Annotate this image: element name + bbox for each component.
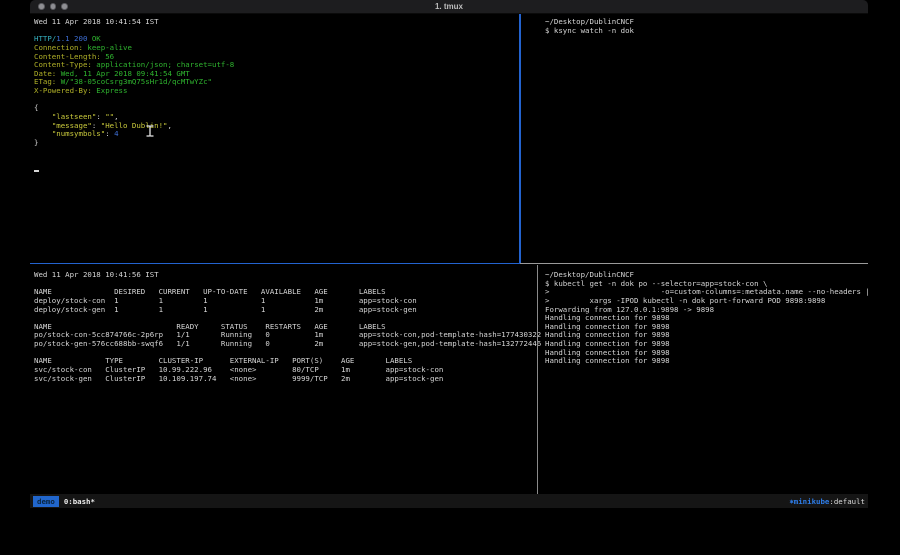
close-button[interactable]: [38, 3, 45, 10]
tmux-terminal: Wed 11 Apr 2018 10:41:54 ISTHTTP/1.1 200…: [30, 14, 868, 494]
desktop-background: 1. tmux Wed 11 Apr 2018 10:41:54 ISTHTTP…: [0, 0, 900, 555]
terminal-line: "numsymbols": 4: [34, 130, 523, 139]
terminal-line: [34, 165, 523, 174]
session-name-badge[interactable]: demo: [33, 496, 59, 507]
pane-http-response[interactable]: Wed 11 Apr 2018 10:41:54 ISTHTTP/1.1 200…: [30, 14, 523, 266]
pane-port-forward[interactable]: ~/Desktop/DublinCNCF$ kubectl get -n dok…: [538, 265, 868, 494]
kube-context-label: minikube: [794, 497, 830, 506]
terminal-line: [34, 156, 523, 165]
terminal-line: [34, 27, 523, 36]
active-window-label[interactable]: 0:bash*: [64, 497, 95, 506]
terminal-line: Handling connection for 9898: [545, 357, 868, 366]
fullscreen-button[interactable]: [61, 3, 68, 10]
terminal-line: Wed 11 Apr 2018 10:41:56 IST: [34, 271, 541, 280]
pane-divider-horizontal-right[interactable]: [520, 263, 868, 264]
window-title: 1. tmux: [30, 0, 868, 13]
terminal-text-cursor: [34, 170, 39, 172]
terminal-line: po/stock-gen-576cc688bb-swqf6 1/1 Runnin…: [34, 340, 541, 349]
terminal-line: X-Powered-By: Express: [34, 87, 523, 96]
pane-kubectl-resources[interactable]: Wed 11 Apr 2018 10:41:56 ISTNAME DESIRED…: [30, 265, 541, 494]
terminal-line: deploy/stock-gen 1 1 1 1 2m app=stock-ge…: [34, 306, 541, 315]
terminal-line: $ ksync watch -n dok: [545, 27, 868, 36]
traffic-lights: [38, 3, 68, 10]
pane-divider-horizontal-left-active[interactable]: [30, 263, 520, 265]
window-titlebar[interactable]: 1. tmux: [30, 0, 868, 14]
pane-divider-vertical-top-active[interactable]: [519, 14, 521, 264]
terminal-line: svc/stock-gen ClusterIP 10.109.197.74 <n…: [34, 375, 541, 384]
pane-divider-vertical-bottom[interactable]: [537, 265, 538, 494]
terminal-window: 1. tmux Wed 11 Apr 2018 10:41:54 ISTHTTP…: [30, 0, 868, 508]
terminal-line: }: [34, 139, 523, 148]
terminal-line: [34, 148, 523, 157]
kube-namespace-label: :default: [829, 497, 865, 506]
terminal-line: [34, 96, 523, 105]
pane-ksync-watch[interactable]: ~/Desktop/DublinCNCF$ ksync watch -n dok: [520, 14, 868, 266]
terminal-line: Wed 11 Apr 2018 10:41:54 IST: [34, 18, 523, 27]
mouse-cursor-ibeam: [146, 125, 154, 137]
tmux-status-bar: demo 0:bash* ⎈ minikube :default: [30, 494, 868, 508]
minimize-button[interactable]: [50, 3, 57, 10]
